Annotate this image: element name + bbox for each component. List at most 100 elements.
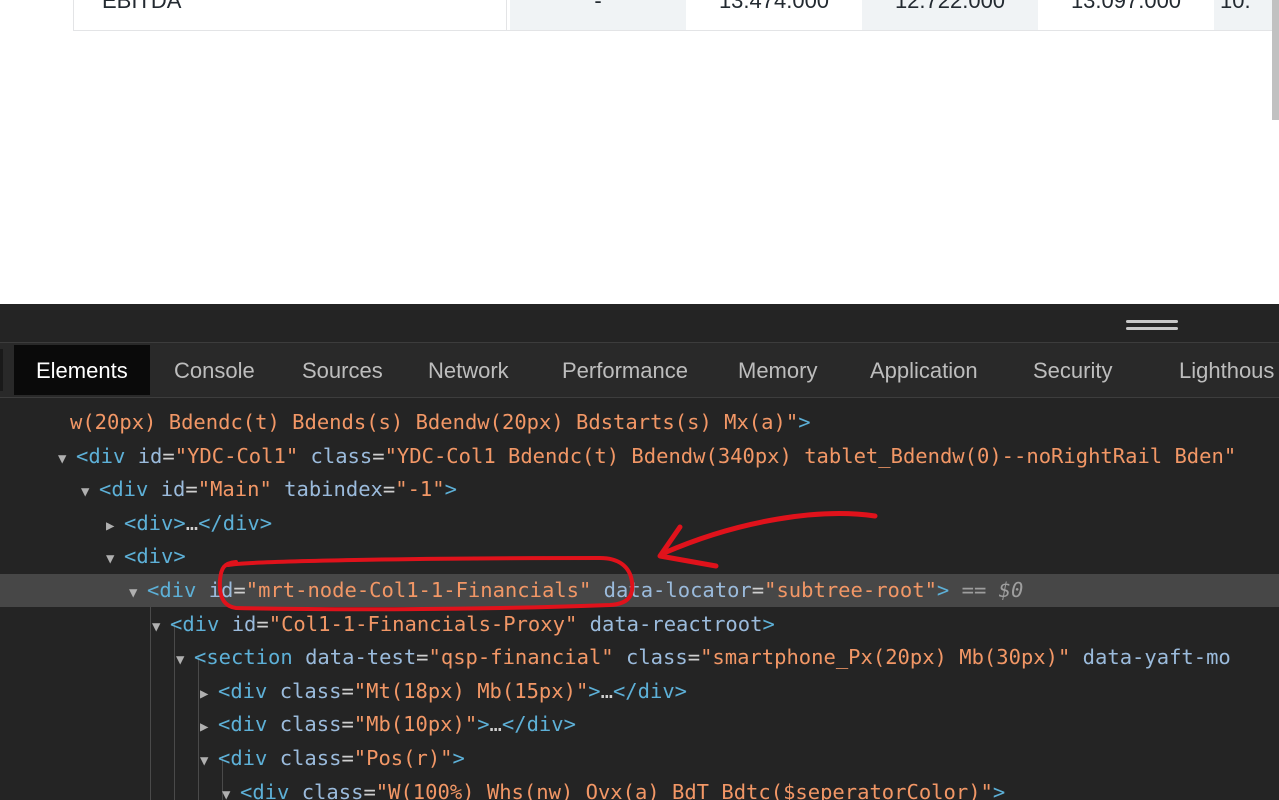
table-cell: 12.722.000 [862, 0, 1038, 30]
attr-value-text: "Main" [197, 477, 272, 502]
attr-name-text: class [289, 779, 364, 800]
attr-name-text: class [298, 443, 373, 468]
tag-text: </div> [198, 510, 273, 535]
equals-text: = [341, 746, 354, 770]
attr-value-text: "YDC-Col1 Bdendc(t) Bdendw(340px) tablet… [384, 443, 1237, 468]
attr-name-text: class [613, 645, 688, 670]
dom-node-line[interactable]: ▼ <div class="Pos(r)"> [0, 742, 1279, 775]
attr-value-text: "subtree-root" [764, 578, 937, 602]
attr-value-text: "Mt(18px) Mb(15px)" [353, 678, 589, 703]
equals-text: = [233, 578, 246, 602]
selected-marker-text: $0 [998, 578, 1024, 602]
dom-node-line[interactable]: ▼ <div class="W(100%) Whs(nw) Ovx(a) BdT … [0, 776, 1279, 800]
elements-dom-tree[interactable]: w(20px) Bdendc(t) Bdends(s) Bdendw(20px)… [0, 398, 1279, 800]
equals-text: = [363, 779, 376, 800]
attr-name-text: id [148, 477, 186, 502]
attr-value-text: "qsp-financial" [428, 645, 614, 670]
attr-name-text: class [267, 746, 342, 770]
expand-triangle-icon[interactable]: ▼ [152, 611, 170, 644]
tag-text: <div [170, 611, 220, 636]
resize-grip-icon[interactable] [1126, 320, 1178, 330]
tab-application[interactable]: Application [870, 345, 978, 395]
attr-name-text: class [267, 712, 342, 737]
tab-lighthouse[interactable]: Lighthous [1179, 345, 1274, 395]
attr-name-text: data-test [292, 645, 417, 670]
tab-performance[interactable]: Performance [562, 345, 688, 395]
tag-text: <div [76, 443, 126, 468]
devtools-resize-bar[interactable] [0, 304, 1279, 343]
tab-memory[interactable]: Memory [738, 345, 817, 395]
tag-text: <div [218, 746, 268, 770]
tag-text: <div [240, 779, 290, 800]
tag-text: > [936, 578, 950, 602]
attr-name-text: data-yaft-mo [1070, 645, 1231, 670]
collapse-triangle-icon[interactable]: ▶ [200, 678, 218, 711]
financials-table-row: EBITDA - 13.474.000 12.722.000 13.097.00… [73, 0, 1279, 31]
tag-text: > [798, 410, 811, 434]
devtools-tab-bar: Elements Console Sources Network Perform… [0, 343, 1279, 398]
expand-triangle-icon[interactable]: ▼ [106, 543, 124, 576]
equals-text: = [162, 443, 175, 468]
tab-console[interactable]: Console [174, 345, 255, 395]
attr-value-text: "W(100%) Whs(nw) Ovx(a) BdT Bdtc($sepera… [375, 779, 993, 800]
collapse-triangle-icon[interactable]: ▶ [106, 510, 124, 543]
expand-triangle-icon[interactable]: ▼ [81, 476, 99, 509]
ellipsis-text: … [185, 510, 199, 535]
expand-triangle-icon[interactable]: ▼ [222, 779, 240, 800]
expand-triangle-icon[interactable]: ▼ [200, 745, 218, 778]
attr-name-text: tabindex [271, 477, 383, 502]
ellipsis-text: … [489, 712, 502, 737]
attr-value-text: "-1" [395, 477, 445, 502]
tab-security[interactable]: Security [1033, 345, 1112, 395]
table-cell: 13.474.000 [686, 0, 862, 30]
expand-triangle-icon[interactable]: ▼ [176, 644, 194, 677]
tab-network[interactable]: Network [428, 345, 509, 395]
tag-text: </div> [612, 678, 688, 703]
collapse-triangle-icon[interactable]: ▶ [200, 711, 218, 744]
screenshot-root: EBITDA - 13.474.000 12.722.000 13.097.00… [0, 0, 1279, 800]
equals-text: = [372, 443, 385, 468]
equals-text: = [341, 712, 354, 737]
attr-value-text: "Pos(r)" [353, 746, 453, 770]
tag-text: <div> [124, 510, 186, 535]
equals-text: = [256, 611, 269, 636]
equals-text: = [751, 578, 765, 602]
tab-sources[interactable]: Sources [302, 345, 383, 395]
expand-triangle-icon[interactable]: ▼ [129, 577, 147, 610]
dom-node-line[interactable]: w(20px) Bdendc(t) Bdends(s) Bdendw(20px)… [0, 406, 1279, 439]
table-cell: 13.097.000 [1038, 0, 1214, 30]
tag-text: </div> [501, 712, 576, 737]
ellipsis-text: … [600, 678, 613, 703]
tag-text: > [762, 611, 775, 636]
tab-elements[interactable]: Elements [14, 345, 150, 395]
expand-triangle-icon[interactable]: ▼ [58, 443, 76, 476]
table-cell: - [510, 0, 686, 30]
equals-text: = [687, 645, 701, 670]
attr-value-text: "smartphone_Px(20px) Mb(30px)" [700, 645, 1071, 670]
tag-text: <div [218, 712, 268, 737]
attr-name-text: data-reactroot [577, 611, 763, 636]
tag-text: <div [147, 578, 197, 602]
attr-name-text: class [267, 678, 342, 703]
tag-text: > [452, 746, 465, 770]
dom-node-line[interactable]: ▶ <div>…</div> [0, 507, 1279, 540]
tag-text: <div [218, 678, 268, 703]
row-label: EBITDA [74, 0, 507, 30]
dom-node-line[interactable]: ▼ <section data-test="qsp-financial" clas… [0, 641, 1279, 674]
dom-node-line[interactable]: ▼ <div id="Main" tabindex="-1"> [0, 473, 1279, 506]
attr-value-text: "Mb(10px)" [353, 712, 478, 737]
table-cell: 10. [1214, 0, 1279, 30]
dom-node-line[interactable]: ▼ <div id="Col1-1-Financials-Proxy" data-… [0, 608, 1279, 641]
attr-value-text: "YDC-Col1" [174, 443, 299, 468]
web-page-viewport: EBITDA - 13.474.000 12.722.000 13.097.00… [0, 0, 1279, 304]
dom-node-selected[interactable]: ▼ <div id="mrt-node-Col1-1-Financials" da… [0, 574, 1279, 607]
page-scrollbar[interactable] [1272, 0, 1279, 120]
tag-text: > [588, 678, 601, 703]
attr-name-text: id [219, 611, 257, 636]
dom-node-line[interactable]: ▼ <div> [0, 540, 1279, 573]
dom-node-line[interactable]: ▼ <div id="YDC-Col1" class="YDC-Col1 Bden… [0, 440, 1279, 473]
attr-value-text: w(20px) Bdendc(t) Bdends(s) Bdendw(20px)… [70, 410, 799, 434]
dom-node-line[interactable]: ▶ <div class="Mb(10px)">…</div> [0, 708, 1279, 741]
dom-node-line[interactable]: ▶ <div class="Mt(18px) Mb(15px)">…</div> [0, 675, 1279, 708]
equals-text: = [382, 477, 396, 502]
